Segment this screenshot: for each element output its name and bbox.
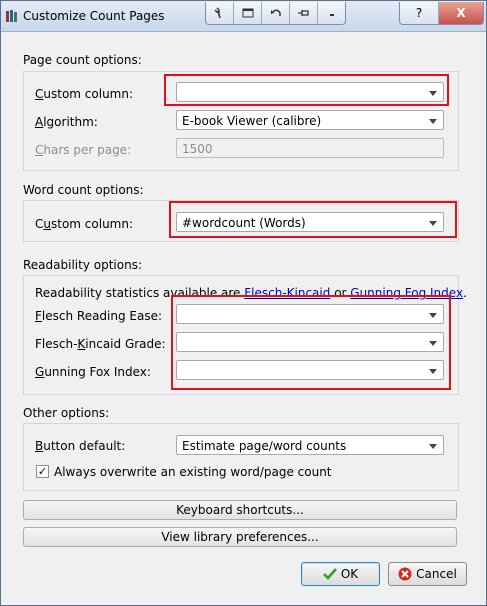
dropdown-icon[interactable] bbox=[318, 2, 345, 24]
checkmark-icon bbox=[322, 568, 337, 580]
checkmark-icon: ✓ bbox=[37, 465, 48, 478]
keyboard-shortcuts-button[interactable]: Keyboard shortcuts... bbox=[23, 500, 457, 520]
ok-button[interactable]: OK bbox=[301, 562, 380, 586]
button-default-label: Button default: bbox=[35, 439, 126, 453]
button-default-value: Estimate page/word counts bbox=[182, 439, 347, 453]
title-toolbar bbox=[205, 2, 346, 25]
calibre-books-icon bbox=[6, 10, 17, 22]
wrench-icon[interactable] bbox=[206, 2, 234, 24]
dialog-window: Customize Count Pages ? X Page count opt… bbox=[0, 0, 487, 606]
overwrite-label: Always overwrite an existing word/page c… bbox=[54, 465, 332, 479]
highlight-readability-combos bbox=[171, 295, 451, 390]
other-section-label: Other options: bbox=[23, 406, 110, 420]
title-bar: Customize Count Pages ? X bbox=[1, 1, 486, 32]
cancel-icon bbox=[398, 567, 412, 581]
close-icon: X bbox=[456, 6, 466, 20]
word-count-section-label: Word count options: bbox=[23, 183, 144, 197]
chars-per-page-label: Chars per page: bbox=[35, 143, 132, 157]
chars-per-page-field[interactable]: 1500 bbox=[176, 138, 444, 158]
button-default-combo[interactable]: Estimate page/word counts bbox=[176, 435, 444, 455]
gunning-label: Gunning Fox Index: bbox=[35, 365, 151, 379]
cancel-button[interactable]: Cancel bbox=[388, 562, 467, 586]
chevron-down-icon bbox=[429, 444, 437, 449]
window-icon[interactable] bbox=[234, 2, 262, 24]
readability-section-label: Readability options: bbox=[23, 258, 142, 272]
ok-label: OK bbox=[340, 567, 359, 581]
chars-per-page-value: 1500 bbox=[182, 142, 213, 156]
cancel-label: Cancel bbox=[416, 567, 457, 581]
other-group bbox=[23, 423, 459, 491]
undo-icon[interactable] bbox=[262, 2, 290, 24]
page-custom-column-label: Custom column: bbox=[35, 87, 134, 101]
algorithm-label: Algorithm: bbox=[35, 115, 98, 129]
flesch-ease-label: Flesch Reading Ease: bbox=[35, 309, 163, 323]
word-custom-column-label: Custom column: bbox=[35, 217, 134, 231]
chevron-down-icon bbox=[429, 119, 437, 124]
system-buttons: ? X bbox=[399, 2, 484, 25]
help-icon: ? bbox=[415, 6, 423, 20]
highlight-page-custom-column bbox=[164, 74, 449, 106]
page-count-section-label: Page count options: bbox=[23, 53, 142, 67]
algorithm-value: E-book Viewer (calibre) bbox=[182, 114, 322, 128]
readability-period: . bbox=[463, 286, 467, 300]
highlight-word-custom-column bbox=[169, 201, 457, 238]
pin-icon[interactable] bbox=[290, 2, 318, 24]
window-title: Customize Count Pages bbox=[23, 9, 165, 23]
close-button[interactable]: X bbox=[439, 2, 483, 24]
overwrite-checkbox[interactable]: ✓ bbox=[36, 465, 49, 478]
library-preferences-button[interactable]: View library preferences... bbox=[23, 527, 457, 547]
flesch-grade-label: Flesch-Kincaid Grade: bbox=[35, 337, 166, 351]
algorithm-combo[interactable]: E-book Viewer (calibre) bbox=[176, 110, 444, 130]
help-button[interactable]: ? bbox=[400, 2, 439, 24]
